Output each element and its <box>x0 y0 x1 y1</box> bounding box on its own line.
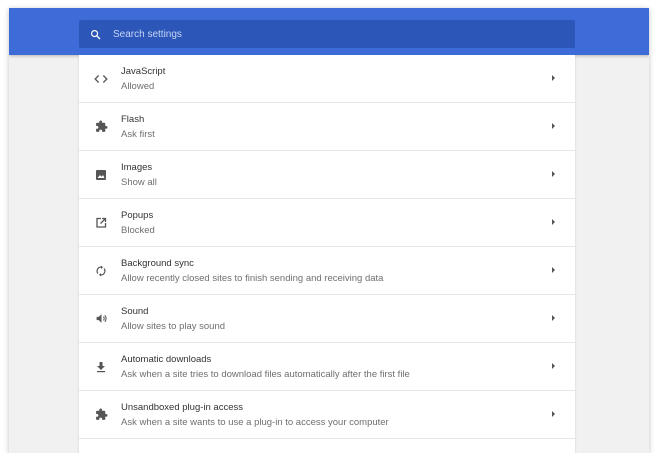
setting-status: Ask first <box>121 129 155 140</box>
setting-row-popups[interactable]: Popups Blocked <box>79 199 575 247</box>
setting-title: Automatic downloads <box>121 354 212 365</box>
header-bar <box>9 8 649 55</box>
chevron-right-icon <box>552 123 555 129</box>
setting-title: Sound <box>121 306 149 317</box>
chevron-right-icon <box>552 267 555 273</box>
puzzle-piece-icon <box>93 119 109 135</box>
chevron-right-icon <box>552 411 555 417</box>
setting-row-automatic-downloads[interactable]: Automatic downloads Ask when a site trie… <box>79 343 575 391</box>
search-icon <box>91 29 101 39</box>
setting-title: Popups <box>121 210 154 221</box>
search-input[interactable] <box>111 27 555 41</box>
speaker-icon <box>93 311 109 327</box>
setting-status: Blocked <box>121 225 155 236</box>
code-brackets-icon <box>93 71 109 87</box>
setting-row-sound[interactable]: Sound Allow sites to play sound <box>79 295 575 343</box>
search-bar[interactable] <box>79 20 575 48</box>
open-in-new-icon <box>93 215 109 231</box>
setting-title: JavaScript <box>121 66 166 77</box>
setting-row-unsandboxed-plugin-access[interactable]: Unsandboxed plug-in access Ask when a si… <box>79 391 575 439</box>
chevron-right-icon <box>552 171 555 177</box>
setting-status: Allow sites to play sound <box>121 321 226 332</box>
chevron-right-icon <box>552 219 555 225</box>
chevron-right-icon <box>552 75 555 81</box>
puzzle-piece-icon <box>93 407 109 423</box>
setting-title: Images <box>121 162 153 173</box>
settings-window: JavaScript Allowed Flash Ask first Image… <box>9 8 649 453</box>
setting-status: Show all <box>121 177 157 188</box>
setting-row-images[interactable]: Images Show all <box>79 151 575 199</box>
chevron-right-icon <box>552 315 555 321</box>
setting-row-flash[interactable]: Flash Ask first <box>79 103 575 151</box>
download-icon <box>93 359 109 375</box>
sync-icon <box>93 263 109 279</box>
setting-title: Background sync <box>121 258 194 269</box>
content-settings-list: JavaScript Allowed Flash Ask first Image… <box>79 55 575 453</box>
setting-title: Flash <box>121 114 145 125</box>
setting-status: Ask when a site wants to use a plug-in t… <box>121 417 389 428</box>
setting-title: Unsandboxed plug-in access <box>121 402 243 413</box>
setting-row-javascript[interactable]: JavaScript Allowed <box>79 55 575 103</box>
setting-row-background-sync[interactable]: Background sync Allow recently closed si… <box>79 247 575 295</box>
chevron-right-icon <box>552 363 555 369</box>
setting-status: Allowed <box>121 81 155 92</box>
image-icon <box>93 167 109 183</box>
setting-status: Ask when a site tries to download files … <box>121 369 410 380</box>
setting-status: Allow recently closed sites to finish se… <box>121 273 384 284</box>
